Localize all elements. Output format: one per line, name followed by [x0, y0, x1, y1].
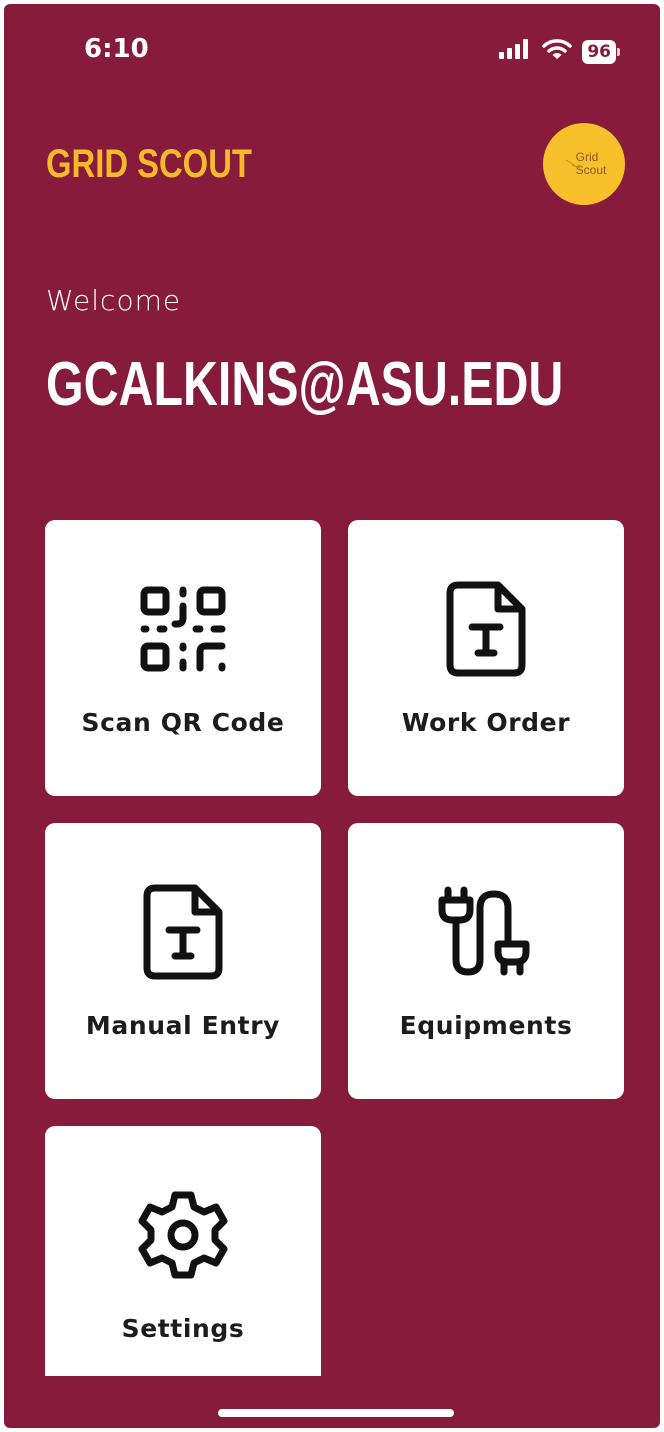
- tile-label: Scan QR Code: [81, 708, 285, 737]
- document-icon: [446, 581, 526, 677]
- wifi-icon: [542, 38, 573, 65]
- welcome-label: Welcome: [46, 284, 182, 317]
- status-bar-right: 96: [498, 38, 620, 65]
- equipments-button[interactable]: Equipments: [348, 823, 624, 1099]
- tile-label: Equipments: [399, 1011, 573, 1040]
- qr-code-icon: [138, 584, 228, 674]
- work-order-button[interactable]: Work Order: [348, 520, 624, 796]
- tile-label: Work Order: [401, 708, 571, 737]
- tile-label: Settings: [121, 1314, 245, 1343]
- user-email: GCALKINS@ASU.EDU: [46, 350, 564, 419]
- plug-icon: [438, 886, 534, 977]
- battery-tip: [617, 47, 620, 56]
- battery-icon: 96: [582, 39, 616, 64]
- scan-qr-code-button[interactable]: Scan QR Code: [45, 520, 321, 796]
- app-screen: 6:10 96 GRID SCOUT Grid Scout Welcome GC…: [4, 4, 660, 1428]
- bolt-icon: [565, 159, 581, 169]
- document-icon: [143, 884, 223, 980]
- app-title: GRID SCOUT: [46, 142, 252, 186]
- manual-entry-button[interactable]: Manual Entry: [45, 823, 321, 1099]
- app-logo[interactable]: Grid Scout: [543, 123, 625, 205]
- home-indicator[interactable]: [218, 1409, 454, 1417]
- status-time: 6:10: [84, 34, 149, 64]
- tile-label: Manual Entry: [85, 1011, 281, 1040]
- settings-button[interactable]: Settings: [45, 1126, 321, 1376]
- gear-icon: [137, 1190, 229, 1280]
- signal-icon: [498, 38, 532, 65]
